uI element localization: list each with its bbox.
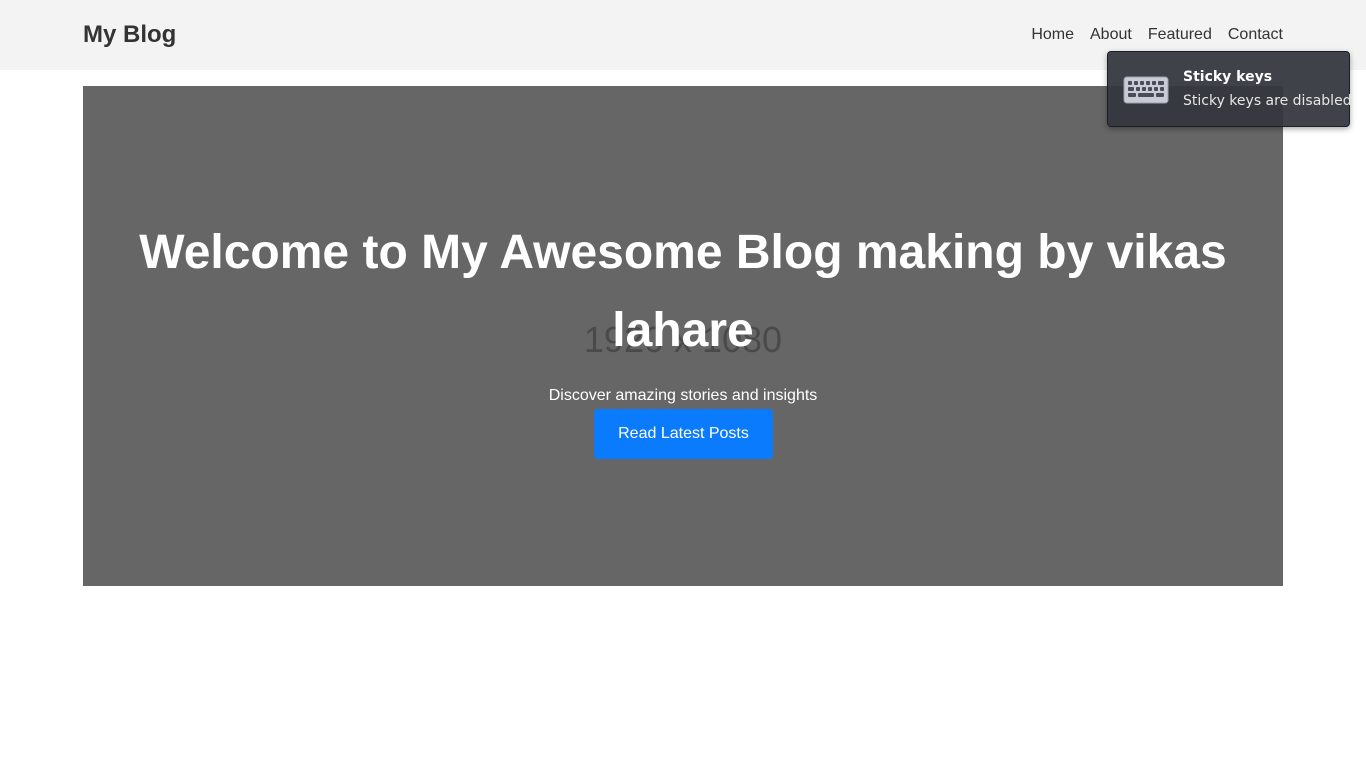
nav-link-home[interactable]: Home [1031,25,1074,45]
hero-banner: 1920 x 1080 Welcome to My Awesome Blog m… [83,86,1283,586]
site-brand[interactable]: My Blog [83,20,176,50]
notification-body: Sticky keys are disabled [1183,93,1352,109]
hero-title: Welcome to My Awesome Blog making by vik… [139,226,1227,357]
nav-link-featured[interactable]: Featured [1148,25,1212,45]
nav-link-contact[interactable]: Contact [1228,25,1283,45]
nav-link-about[interactable]: About [1090,25,1132,45]
hero-subtitle: Discover amazing stories and insights [548,387,818,404]
notification-title: Sticky keys [1183,69,1273,85]
read-latest-posts-button[interactable]: Read Latest Posts [594,409,773,459]
main-nav: Home About Featured Contact [1031,25,1283,45]
sticky-keys-notification[interactable]: Sticky keys Sticky keys are disabled [1107,51,1352,127]
keyboard-icon [1123,76,1169,104]
